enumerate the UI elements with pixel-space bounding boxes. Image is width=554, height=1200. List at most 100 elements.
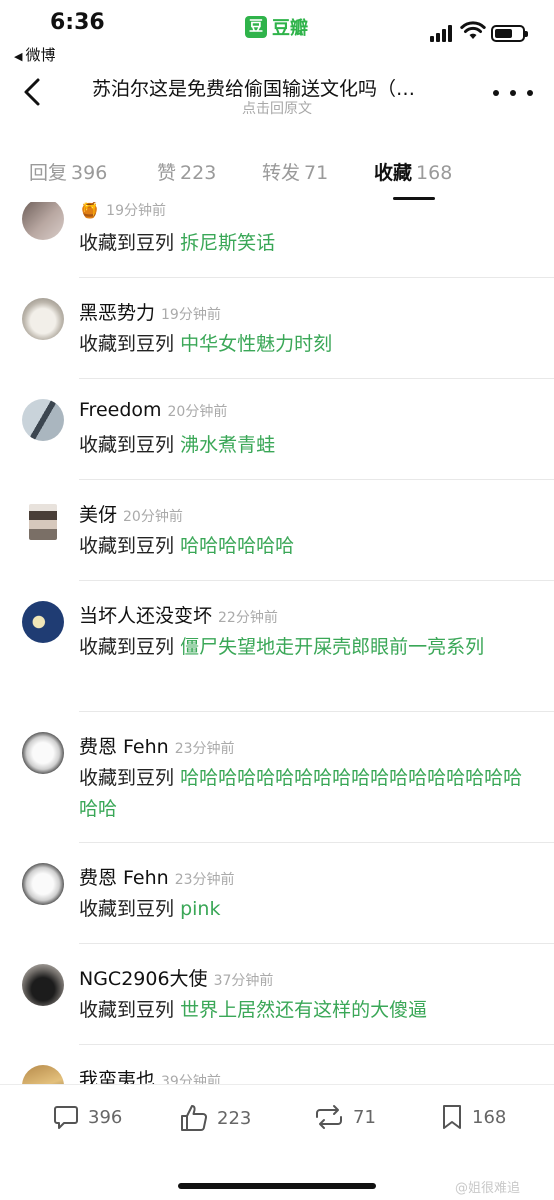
entry-text: 收藏到豆列 哈哈哈哈哈哈哈哈哈哈哈哈哈哈哈哈哈哈哈哈 <box>79 763 529 825</box>
list-item: 费恩 Fehn 23分钟前 收藏到豆列 哈哈哈哈哈哈哈哈哈哈哈哈哈哈哈哈哈哈哈哈 <box>0 712 554 843</box>
home-indicator[interactable] <box>178 1183 376 1189</box>
active-tab-indicator <box>393 197 435 200</box>
entry-time: 22分钟前 <box>218 610 278 626</box>
collect-prefix: 收藏到豆列 <box>79 999 175 1021</box>
entry-time: 37分钟前 <box>213 973 274 989</box>
cellular-signal-icon <box>430 23 454 42</box>
avatar[interactable] <box>22 202 64 240</box>
list-item: Freedom 20分钟前 收藏到豆列 沸水煮青蛙 <box>0 379 554 480</box>
doulist-link[interactable]: 拆尼斯笑话 <box>180 232 275 254</box>
bookmark-icon <box>443 1105 461 1129</box>
list-item: 🍯 19分钟前 收藏到豆列 拆尼斯笑话 <box>0 202 554 278</box>
entry-time: 23分钟前 <box>174 872 235 888</box>
doulist-link[interactable]: 沸水煮青蛙 <box>180 434 275 456</box>
username[interactable]: 我蛮夷也 <box>79 1069 155 1084</box>
username[interactable]: 费恩 Fehn <box>79 867 169 889</box>
username[interactable]: 当坏人还没变坏 <box>79 605 212 627</box>
username[interactable]: 费恩 Fehn <box>79 736 169 758</box>
entry-time: 39分钟前 <box>161 1074 221 1084</box>
tab-count: 396 <box>71 162 108 184</box>
doulist-link[interactable]: pink <box>180 898 220 920</box>
collect-prefix: 收藏到豆列 <box>79 898 175 920</box>
avatar[interactable] <box>22 1065 64 1084</box>
repost-icon <box>316 1105 342 1129</box>
list-item: NGC2906大使 37分钟前 收藏到豆列 世界上居然还有这样的大傻逼 <box>0 944 554 1045</box>
avatar[interactable] <box>22 601 64 643</box>
like-button[interactable]: 223 <box>179 1103 251 1133</box>
entry-time: 19分钟前 <box>161 307 221 323</box>
avatar[interactable] <box>22 964 64 1006</box>
username[interactable]: NGC2906大使 <box>79 968 208 990</box>
entry-time: 23分钟前 <box>174 741 235 757</box>
username[interactable]: 黑恶势力 <box>79 302 155 324</box>
avatar[interactable] <box>29 504 57 540</box>
back-to-original-link[interactable]: 点击回原文 <box>0 98 554 118</box>
reply-button[interactable]: 396 <box>52 1103 122 1131</box>
post-title[interactable]: 苏泊尔这是免费给偷国输送文化吗（… <box>92 74 472 101</box>
tab-collections[interactable]: 收藏 168 <box>374 158 452 185</box>
avatar[interactable] <box>22 863 64 905</box>
back-app-label: 微博 <box>25 46 56 64</box>
list-item: 我蛮夷也 39分钟前 <box>0 1045 554 1084</box>
douban-logo-icon: 豆 <box>245 16 267 38</box>
app-name: 豆瓣 <box>272 18 308 39</box>
entry-text: 收藏到豆列 中华女性魅力时刻 <box>79 329 529 360</box>
avatar[interactable] <box>22 399 64 441</box>
tab-count: 223 <box>180 162 217 184</box>
doulist-link[interactable]: 哈哈哈哈哈哈 <box>180 535 294 557</box>
tab-count: 71 <box>304 162 329 184</box>
entry-header: NGC2906大使 37分钟前 <box>79 964 273 991</box>
entry-header: 🍯 19分钟前 <box>79 202 166 220</box>
collect-count: 168 <box>472 1106 507 1128</box>
collect-prefix: 收藏到豆列 <box>79 535 175 557</box>
avatar[interactable] <box>22 732 64 774</box>
username[interactable]: Freedom <box>79 399 162 421</box>
list-item: 黑恶势力 19分钟前 收藏到豆列 中华女性魅力时刻 <box>0 278 554 379</box>
tab-replies[interactable]: 回复 396 <box>29 158 107 185</box>
doulist-link[interactable]: 中华女性魅力时刻 <box>180 333 332 355</box>
tab-label: 转发 <box>262 162 301 184</box>
collect-prefix: 收藏到豆列 <box>79 232 175 254</box>
entry-time: 20分钟前 <box>123 509 183 525</box>
like-count: 223 <box>217 1107 252 1129</box>
comment-icon <box>54 1106 78 1129</box>
collections-list: 🍯 19分钟前 收藏到豆列 拆尼斯笑话 黑恶势力 19分钟前 收藏到豆列 中华女性魅… <box>0 202 554 1084</box>
doulist-link[interactable]: 世界上居然还有这样的大傻逼 <box>180 999 427 1021</box>
tab-bar: 回复 396 赞 223 转发 71 收藏 168 <box>0 140 554 202</box>
collect-prefix: 收藏到豆列 <box>79 767 175 789</box>
bottom-action-bar: 396 223 71 168 @姐很难追 <box>0 1084 554 1200</box>
collect-prefix: 收藏到豆列 <box>79 434 175 456</box>
tab-likes[interactable]: 赞 223 <box>157 158 216 185</box>
username[interactable]: 美伢 <box>79 504 117 526</box>
entry-header: 费恩 Fehn 23分钟前 <box>79 732 235 759</box>
back-to-app-link[interactable]: ◀ 微博 <box>14 44 55 65</box>
collect-prefix: 收藏到豆列 <box>79 636 175 658</box>
entry-header: 费恩 Fehn 23分钟前 <box>79 863 235 890</box>
entry-header: 黑恶势力 19分钟前 <box>79 298 221 325</box>
nav-header: 苏泊尔这是免费给偷国输送文化吗（… 点击回原文 <box>0 66 554 126</box>
entry-header: 我蛮夷也 39分钟前 <box>79 1065 221 1084</box>
entry-time: 19分钟前 <box>106 203 166 219</box>
tab-reposts[interactable]: 转发 71 <box>262 158 328 185</box>
weibo-watermark: @姐很难追 <box>455 1181 521 1196</box>
list-item: 美伢 20分钟前 收藏到豆列 哈哈哈哈哈哈 <box>0 480 554 581</box>
entry-text: 收藏到豆列 世界上居然还有这样的大傻逼 <box>79 995 529 1026</box>
more-options-icon[interactable] <box>493 78 533 108</box>
entry-text: 收藏到豆列 哈哈哈哈哈哈 <box>79 531 529 562</box>
entry-text: 收藏到豆列 pink <box>79 894 529 925</box>
thumbs-up-icon <box>181 1105 207 1131</box>
entry-time: 20分钟前 <box>167 404 228 420</box>
repost-count: 71 <box>353 1106 376 1128</box>
status-bar: 6:36 ◀ 微博 豆 豆瓣 <box>0 0 554 66</box>
entry-header: Freedom 20分钟前 <box>79 399 227 421</box>
app-logo: 豆 豆瓣 <box>245 14 308 40</box>
repost-button[interactable]: 71 <box>313 1103 376 1131</box>
doulist-link[interactable]: 僵尸失望地走开屎壳郎眼前一亮系列 <box>180 636 484 658</box>
wifi-icon <box>460 21 486 39</box>
entry-header: 当坏人还没变坏 22分钟前 <box>79 601 278 628</box>
tab-label: 回复 <box>29 162 68 184</box>
entry-text: 收藏到豆列 拆尼斯笑话 <box>79 228 529 259</box>
avatar[interactable] <box>22 298 64 340</box>
collect-button[interactable]: 168 <box>440 1103 506 1131</box>
list-item: 当坏人还没变坏 22分钟前 收藏到豆列 僵尸失望地走开屎壳郎眼前一亮系列 <box>0 581 554 712</box>
